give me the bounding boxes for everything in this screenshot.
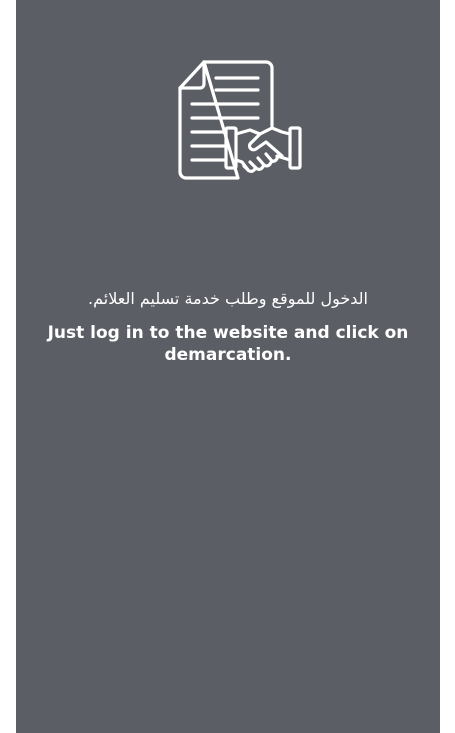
- english-instruction: Just log in to the website and click on …: [47, 323, 409, 365]
- onboarding-card: الدخول للموقع وطلب خدمة تسليم العلائم. J…: [16, 0, 440, 733]
- arabic-instruction: الدخول للموقع وطلب خدمة تسليم العلائم.: [88, 289, 368, 308]
- onboarding-text: الدخول للموقع وطلب خدمة تسليم العلائم. J…: [36, 286, 420, 366]
- contract-handshake-icon: [178, 58, 306, 184]
